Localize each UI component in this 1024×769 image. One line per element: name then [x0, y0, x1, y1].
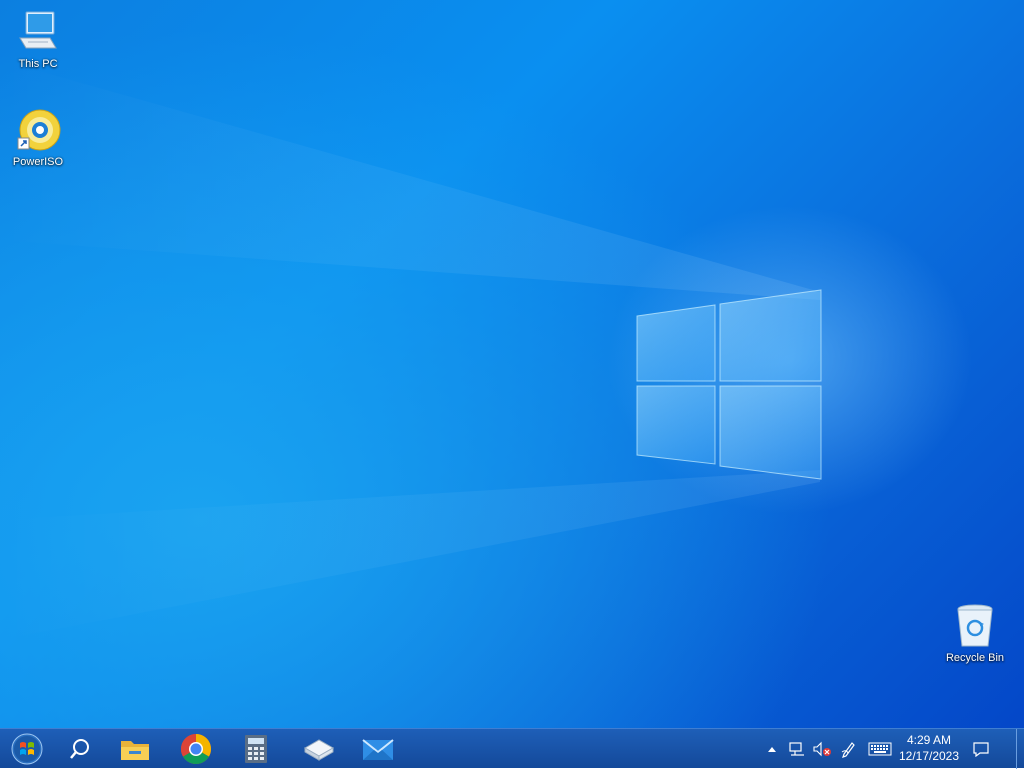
poweriso-disc-icon [17, 109, 61, 151]
search-button[interactable] [52, 729, 108, 769]
keyboard-icon [868, 742, 892, 756]
tray-pen[interactable] [838, 729, 860, 769]
show-desktop-button[interactable] [1016, 729, 1024, 769]
desktop-icon-label: Recycle Bin [945, 652, 1005, 664]
file-explorer-icon [121, 741, 149, 760]
tray-action-center[interactable] [966, 729, 996, 769]
recycle-bin-icon [957, 604, 993, 647]
calculator-icon [245, 735, 267, 763]
chrome-icon [180, 734, 212, 765]
tray-network[interactable] [786, 729, 808, 769]
desktop-icon-this-pc[interactable]: This PC [0, 8, 76, 71]
chevron-up-icon [768, 747, 776, 752]
desktop-icon-recycle-bin[interactable]: Recycle Bin [937, 602, 1013, 665]
start-orb-icon [11, 733, 43, 765]
start-button[interactable] [0, 729, 54, 769]
taskbar-calculator[interactable] [228, 729, 284, 769]
windows-logo-wallpaper [0, 60, 822, 640]
drive-icon [303, 739, 335, 761]
clock-time: 4:29 AM [906, 733, 952, 747]
notification-icon [973, 742, 989, 757]
network-icon [789, 742, 804, 756]
desktop-icon-label: This PC [18, 58, 58, 70]
monitor-icon [19, 11, 57, 49]
desktop-wallpaper[interactable]: This PC PowerISO Recycle Bin [0, 0, 1024, 728]
mail-icon [362, 739, 394, 760]
taskbar-file-explorer[interactable] [107, 729, 163, 769]
pen-icon [841, 742, 855, 758]
clock-date: 12/17/2023 [898, 749, 960, 763]
volume-muted-icon [813, 741, 831, 757]
search-icon [70, 739, 89, 759]
tray-volume[interactable] [811, 729, 833, 769]
windows-logo [636, 289, 822, 480]
taskbar-mail[interactable] [350, 729, 406, 769]
desktop-icon-poweriso[interactable]: PowerISO [0, 106, 76, 169]
taskbar: 4:29 AM 12/17/2023 [0, 728, 1024, 769]
tray-clock[interactable]: 4:29 AM 12/17/2023 [893, 732, 965, 764]
tray-show-hidden[interactable] [764, 729, 780, 769]
taskbar-chrome[interactable] [168, 729, 224, 769]
desktop-icon-label: PowerISO [12, 156, 64, 168]
tray-keyboard[interactable] [866, 729, 894, 769]
taskbar-drive[interactable] [290, 729, 346, 769]
